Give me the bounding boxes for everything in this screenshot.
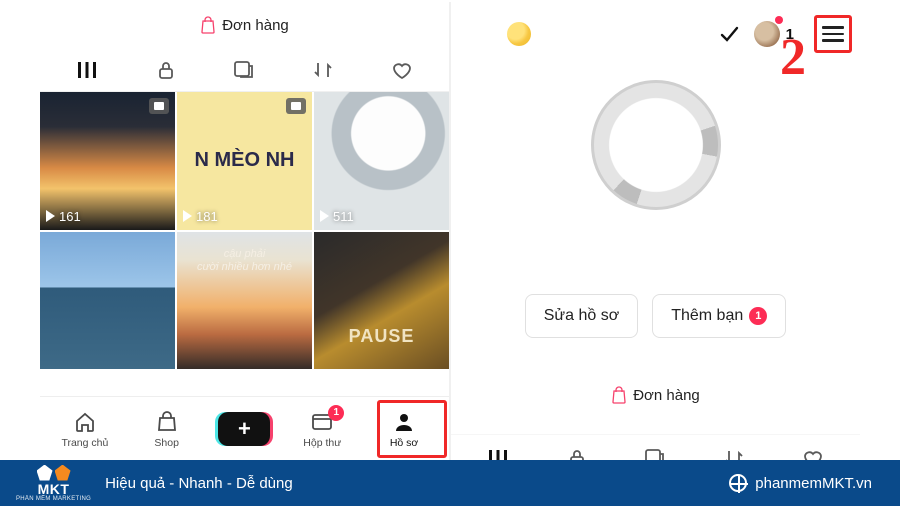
- coin-icon[interactable]: [507, 22, 531, 46]
- footer-site[interactable]: phanmemMKT.vn: [729, 474, 872, 492]
- logo-subtext: PHẦN MỀM MARKETING: [16, 496, 91, 502]
- video-tile[interactable]: [40, 232, 175, 370]
- profile-avatar-empty[interactable]: [591, 80, 721, 210]
- orders-link[interactable]: Đơn hàng: [40, 2, 449, 48]
- tab-liked[interactable]: [387, 55, 417, 85]
- orders-link[interactable]: Đơn hàng: [451, 386, 860, 404]
- phone-left-profile-grid: Đơn hàng 161 N MÈ: [40, 2, 451, 460]
- tab-reposts[interactable]: [308, 55, 338, 85]
- page-footer: MKT PHẦN MỀM MARKETING Hiệu quả - Nhanh …: [0, 460, 900, 506]
- orders-label: Đơn hàng: [633, 387, 700, 404]
- shopping-bag-icon: [200, 16, 216, 34]
- nav-inbox[interactable]: 1 Hộp thư: [292, 409, 352, 449]
- add-friend-badge: 1: [749, 307, 767, 325]
- tile-caption: cậu phảicười nhiều hơn nhé: [197, 248, 292, 274]
- footer-tagline: Hiệu quả - Nhanh - Dễ dùng: [105, 475, 293, 492]
- edit-profile-button[interactable]: Sửa hồ sơ: [525, 294, 638, 338]
- views-count: 161: [59, 209, 81, 224]
- tab-private[interactable]: [151, 55, 181, 85]
- shop-icon: [155, 409, 179, 435]
- pinned-icon: [286, 98, 306, 114]
- button-label: Sửa hồ sơ: [544, 307, 619, 325]
- views-count: 511: [333, 209, 354, 224]
- play-icon: [46, 210, 55, 222]
- play-icon: [183, 210, 192, 222]
- bottom-nav: Trang chủ Shop + 1 Hộp thư Hồ sơ: [40, 396, 449, 460]
- video-grid: 161 N MÈO NH 181 511 cậu phảicười nhiều …: [40, 92, 449, 369]
- menu-button[interactable]: [814, 15, 852, 53]
- home-icon: [73, 409, 97, 435]
- person-icon: [392, 409, 416, 435]
- globe-icon: [729, 474, 747, 492]
- play-icon: [320, 210, 329, 222]
- account-switch-avatar[interactable]: [754, 21, 780, 47]
- checkmark-icon[interactable]: [718, 23, 740, 45]
- orders-label: Đơn hàng: [222, 17, 289, 34]
- video-tile[interactable]: 161: [40, 92, 175, 230]
- shopping-bag-icon: [611, 386, 627, 404]
- nav-home[interactable]: Trang chủ: [55, 409, 115, 449]
- nav-shop[interactable]: Shop: [137, 409, 197, 449]
- tab-grid[interactable]: [72, 55, 102, 85]
- views-count: 181: [196, 209, 218, 224]
- content-tabs: [40, 48, 449, 92]
- mkt-logo: MKT PHẦN MỀM MARKETING: [16, 465, 91, 502]
- nav-label: Hộp thư: [303, 437, 341, 449]
- video-tile[interactable]: PAUSE: [314, 232, 449, 370]
- phone-right-profile-page: 1 2 Sửa hồ sơ Thêm bạn 1 Đơn hàng: [451, 2, 860, 460]
- video-tile[interactable]: 511: [314, 92, 449, 230]
- pinned-icon: [149, 98, 169, 114]
- video-tile[interactable]: N MÈO NH 181: [177, 92, 312, 230]
- profile-topbar: 1: [451, 2, 860, 60]
- inbox-badge: 1: [328, 405, 344, 421]
- tile-caption: PAUSE: [349, 326, 415, 347]
- nav-profile[interactable]: Hồ sơ: [374, 409, 434, 449]
- tile-text: N MÈO NH: [195, 149, 295, 172]
- tab-saved[interactable]: [229, 55, 259, 85]
- nav-create[interactable]: +: [218, 412, 270, 446]
- nav-label: Hồ sơ: [390, 437, 418, 449]
- button-label: Thêm bạn: [671, 307, 743, 325]
- plus-icon: +: [238, 416, 251, 442]
- profile-actions: Sửa hồ sơ Thêm bạn 1: [451, 294, 860, 338]
- add-friend-button[interactable]: Thêm bạn 1: [652, 294, 786, 338]
- video-tile[interactable]: cậu phảicười nhiều hơn nhé: [177, 232, 312, 370]
- nav-label: Trang chủ: [61, 437, 108, 449]
- footer-url: phanmemMKT.vn: [755, 475, 872, 492]
- account-count: 1: [786, 26, 794, 43]
- nav-label: Shop: [154, 437, 179, 449]
- logo-text: MKT: [38, 482, 70, 496]
